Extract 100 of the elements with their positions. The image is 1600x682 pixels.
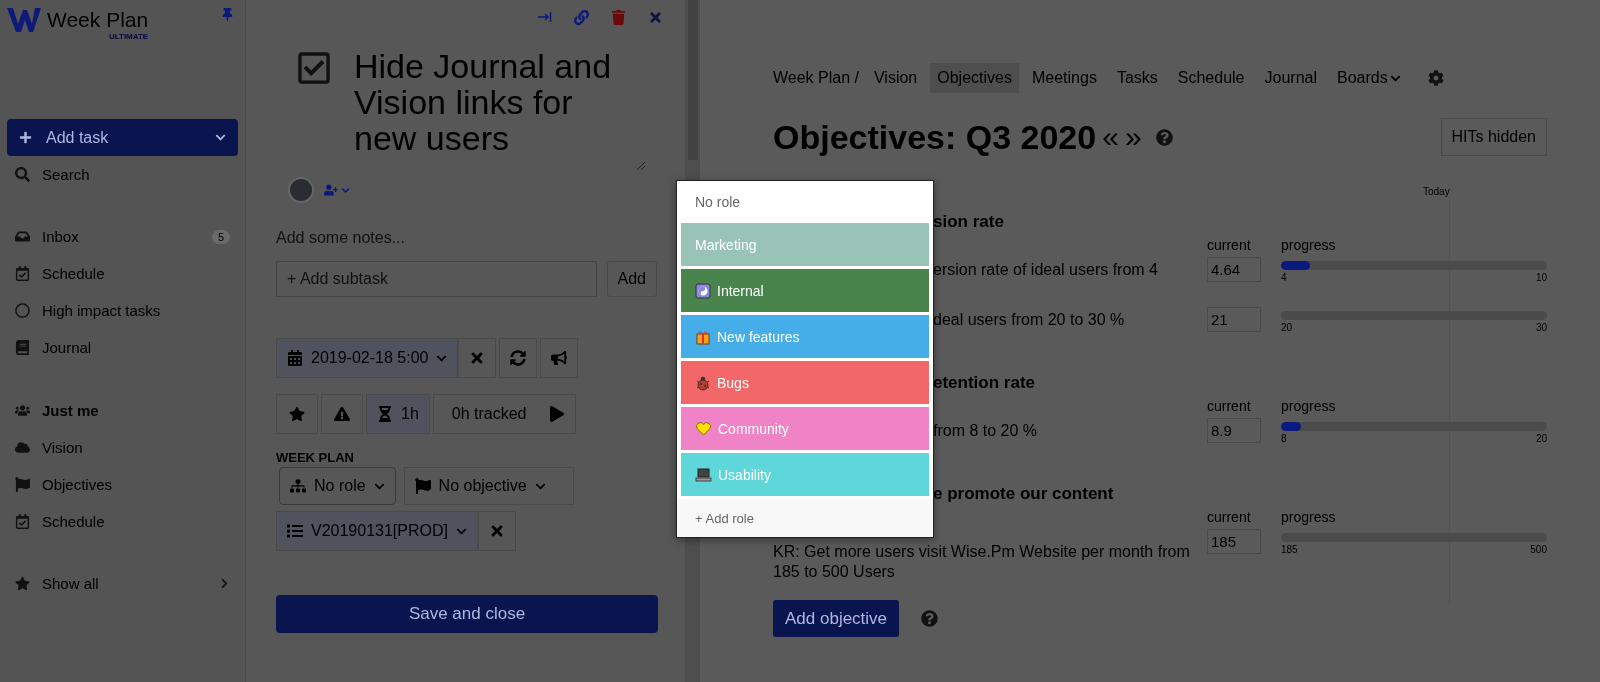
role-item[interactable]: Bugs [681, 361, 929, 404]
calendar-icon [15, 514, 30, 529]
min-label: 20 [1281, 322, 1293, 333]
nav-link[interactable]: Journal [1257, 63, 1324, 93]
list-icon [287, 523, 303, 539]
time-tracking-button[interactable]: 0h tracked [432, 394, 576, 434]
role-item[interactable]: New features [681, 315, 929, 358]
role-dropdown[interactable]: No role [279, 467, 396, 505]
add-objective-button[interactable]: Add objective [773, 600, 900, 637]
logo-icon [7, 8, 41, 32]
count-badge: 5 [211, 229, 230, 244]
save-and-close-button[interactable]: Save and close [276, 595, 658, 633]
max-label: 20 [1535, 433, 1547, 444]
sidebar-item[interactable]: High impact tasks [7, 292, 238, 329]
sidebar-item[interactable]: Inbox 5 [7, 218, 238, 255]
chevron-icon [219, 578, 230, 589]
nav-link[interactable]: Boards [1330, 63, 1408, 93]
role-item[interactable]: Internal [681, 269, 929, 312]
max-label: 500 [1530, 544, 1547, 555]
close-icon[interactable] [648, 9, 663, 25]
move-to-end-icon[interactable] [538, 12, 552, 22]
nav-link[interactable]: Tasks [1109, 63, 1165, 93]
megaphone-icon [551, 350, 568, 366]
clear-date-button[interactable] [458, 338, 497, 378]
reminder-button[interactable] [540, 338, 579, 378]
calendar-icon [15, 266, 30, 281]
current-value-field[interactable]: 4.64 [1207, 257, 1261, 282]
add-role-item[interactable]: + Add role [677, 499, 933, 537]
key-result-text[interactable]: from 8 to 20 % [933, 415, 1193, 465]
previous-link[interactable]: « [1102, 120, 1119, 154]
help-icon[interactable] [921, 610, 939, 627]
duration-button[interactable]: 1h [366, 394, 430, 434]
sidebar-item[interactable]: Schedule [7, 503, 238, 540]
task-title[interactable]: Hide Journal and Vision links for new users [354, 48, 636, 168]
ladybug-icon [695, 374, 711, 391]
max-label: 10 [1535, 272, 1547, 283]
hits-hidden-button[interactable]: HITs hidden [1440, 118, 1547, 156]
trash-icon[interactable] [611, 9, 626, 25]
page-heading: Objectives: Q3 2020 [773, 117, 1097, 157]
avatar[interactable] [288, 177, 314, 203]
objective-title[interactable]: etention rate [933, 369, 1547, 397]
current-value-field[interactable]: 21 [1207, 307, 1261, 332]
role-item[interactable]: Community [681, 407, 929, 450]
menu-item[interactable]: No role [681, 181, 929, 223]
checkbox-icon[interactable] [296, 50, 332, 86]
sidebar-item[interactable]: Objectives [7, 466, 238, 503]
book-icon [15, 340, 30, 355]
subtask-field[interactable]: + Add subtask [276, 261, 597, 297]
nav-link[interactable]: Schedule [1170, 63, 1252, 93]
column-label: progress [1281, 397, 1337, 415]
warning-icon [334, 406, 350, 422]
current-value-field[interactable]: 8.9 [1207, 418, 1261, 443]
objective-dropdown[interactable]: No objective [403, 467, 574, 505]
objective-title[interactable]: sion rate [933, 208, 1547, 236]
show-all-link[interactable]: Show all [7, 565, 238, 602]
repeat-button[interactable] [499, 338, 538, 378]
settings-icon[interactable] [1427, 70, 1444, 86]
notes-field[interactable]: Add some notes... [276, 225, 657, 251]
yin-yang-icon [695, 282, 711, 299]
next-link[interactable]: » [1124, 120, 1142, 154]
min-label: 8 [1281, 433, 1287, 444]
sidebar-item[interactable]: Journal [7, 329, 238, 366]
sidebar-item[interactable]: Vision [7, 429, 238, 466]
search-icon [15, 167, 30, 182]
pin-icon[interactable] [221, 8, 234, 21]
nav-link[interactable]: Vision [866, 63, 925, 93]
date-dropdown[interactable]: 2019-02-18 5:00 [276, 338, 459, 378]
close-icon [489, 523, 505, 539]
nav-link[interactable]: Objectives [930, 63, 1019, 93]
column-label: current [1207, 508, 1252, 526]
plus-icon [19, 131, 32, 144]
team-heading[interactable]: Just me [7, 392, 238, 429]
play-icon [548, 406, 565, 422]
key-result-text[interactable]: ersion rate of ideal users from 4 [933, 254, 1193, 304]
link-icon[interactable] [574, 9, 589, 25]
add-user-icon[interactable] [324, 183, 350, 197]
key-result-text[interactable]: deal users from 20 to 30 % [933, 304, 1193, 354]
add-task-button[interactable]: Add task [7, 119, 238, 156]
role-item[interactable]: Marketing [681, 223, 929, 266]
list-dropdown[interactable]: V20190131[PROD] [276, 511, 478, 551]
help-icon[interactable] [1155, 128, 1173, 146]
column-label: current [1207, 397, 1252, 415]
gift-icon [695, 328, 711, 345]
hierarchy-icon [290, 478, 306, 494]
nav-link[interactable]: Meetings [1024, 63, 1104, 93]
breadcrumb-root[interactable]: Week Plan / [773, 69, 859, 87]
clear-list-button[interactable] [478, 511, 516, 551]
app-name: Week Plan [47, 8, 149, 32]
star-button[interactable] [276, 394, 318, 434]
objective-title[interactable]: e promote our content [933, 480, 1547, 508]
cloud-icon [15, 440, 30, 455]
search-link[interactable]: Search [7, 156, 238, 193]
min-label: 185 [1281, 544, 1298, 555]
heart-icon [695, 420, 712, 437]
sidebar-item[interactable]: Schedule [7, 255, 238, 292]
role-item[interactable]: Usability [681, 453, 929, 496]
current-value-field[interactable]: 185 [1207, 529, 1261, 554]
min-label: 4 [1281, 272, 1287, 283]
warning-button[interactable] [321, 394, 363, 434]
add-button[interactable]: Add [606, 261, 657, 297]
